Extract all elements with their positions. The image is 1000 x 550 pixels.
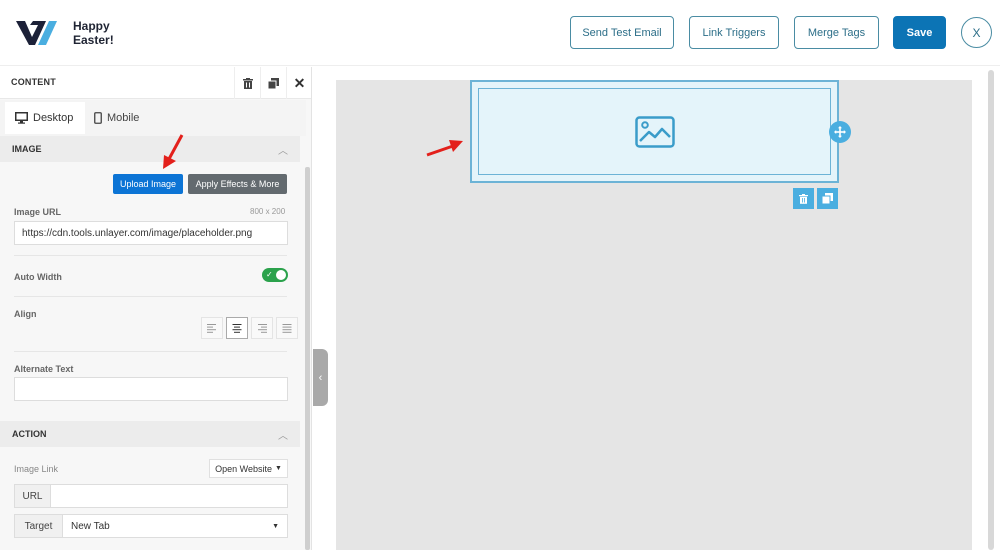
delete-block-button[interactable] xyxy=(234,67,260,99)
chevron-left-icon: ‹ xyxy=(318,371,323,384)
chevron-up-icon: ︿ xyxy=(278,145,288,157)
align-right-button[interactable] xyxy=(251,317,273,339)
link-triggers-button[interactable]: Link Triggers xyxy=(689,16,779,49)
trash-icon xyxy=(242,77,253,89)
device-tabs: Desktop Mobile xyxy=(0,100,306,136)
tab-desktop-label: Desktop xyxy=(33,112,74,124)
url-input-group: URL xyxy=(14,484,288,508)
alternate-text-input[interactable] xyxy=(14,377,288,401)
tab-mobile[interactable]: Mobile xyxy=(94,102,164,134)
alternate-text-label: Alternate Text xyxy=(14,364,74,374)
action-section-label: ACTION xyxy=(12,429,47,439)
auto-width-label: Auto Width xyxy=(14,272,62,282)
url-input[interactable] xyxy=(51,485,287,507)
top-bar: Happy Easter! Send Test Email Link Trigg… xyxy=(0,0,1000,66)
merge-tags-button[interactable]: Merge Tags xyxy=(794,16,879,49)
move-icon xyxy=(834,126,846,138)
target-input-group: Target New Tab ▼ xyxy=(14,514,288,538)
divider xyxy=(14,296,287,297)
delete-image-block-button[interactable] xyxy=(793,188,814,209)
brand-logo xyxy=(16,21,57,45)
align-right-icon xyxy=(258,323,267,333)
image-link-label: Image Link xyxy=(14,464,59,474)
check-icon: ✓ xyxy=(266,270,273,279)
align-center-icon xyxy=(232,323,242,333)
mobile-icon xyxy=(94,112,102,124)
align-left-icon xyxy=(207,323,216,333)
duplicate-icon xyxy=(268,77,279,89)
align-justify-button[interactable] xyxy=(276,317,298,339)
annotation-arrow-upload xyxy=(163,134,184,169)
move-block-handle[interactable] xyxy=(829,121,851,143)
duplicate-block-button[interactable] xyxy=(260,67,286,99)
tab-desktop[interactable]: Desktop xyxy=(5,102,85,134)
url-addon: URL xyxy=(15,485,51,507)
action-section-header[interactable]: ACTION ︿ xyxy=(0,421,300,447)
panel-scrollbar[interactable] xyxy=(305,167,310,550)
image-url-label: Image URL xyxy=(14,207,62,217)
app-title: Happy Easter! xyxy=(73,19,114,47)
close-editor-button[interactable]: X xyxy=(961,17,992,48)
divider xyxy=(14,255,287,256)
duplicate-icon xyxy=(822,193,833,204)
chevron-up-icon: ︿ xyxy=(278,430,288,442)
image-placeholder xyxy=(478,88,831,175)
content-panel: CONTENT ✕ Desktop Mobile IMAGE ︿ Upload … xyxy=(0,67,312,550)
desktop-icon xyxy=(15,112,28,124)
panel-title: CONTENT xyxy=(11,77,56,87)
auto-width-toggle[interactable]: ✓ xyxy=(262,268,288,282)
target-select[interactable]: New Tab ▼ xyxy=(63,515,287,537)
image-url-input[interactable]: https://cdn.tools.unlayer.com/image/plac… xyxy=(14,221,288,245)
target-addon: Target xyxy=(15,515,63,537)
align-label: Align xyxy=(14,309,37,319)
close-panel-button[interactable]: ✕ xyxy=(286,67,311,99)
panel-header: CONTENT ✕ xyxy=(0,67,311,99)
caret-down-icon: ▼ xyxy=(272,522,279,530)
image-link-type-value: Open Website xyxy=(215,463,272,474)
collapse-panel-handle[interactable]: ‹ xyxy=(313,349,328,406)
align-button-group xyxy=(201,317,298,339)
save-button[interactable]: Save xyxy=(893,16,946,49)
divider xyxy=(14,351,287,352)
annotation-arrow-image-block xyxy=(426,140,463,157)
upload-image-button[interactable]: Upload Image xyxy=(113,174,183,194)
toggle-knob xyxy=(276,270,286,280)
align-center-button[interactable] xyxy=(226,317,248,339)
image-link-type-dropdown[interactable]: Open Website ▼ xyxy=(209,459,288,478)
duplicate-image-block-button[interactable] xyxy=(817,188,838,209)
caret-down-icon: ▼ xyxy=(274,465,282,472)
image-icon xyxy=(634,115,675,148)
align-justify-icon xyxy=(282,323,292,333)
image-section-label: IMAGE xyxy=(12,144,42,154)
canvas-scrollbar[interactable] xyxy=(988,70,994,550)
send-test-email-button[interactable]: Send Test Email xyxy=(570,16,674,49)
tab-mobile-label: Mobile xyxy=(107,112,140,124)
close-icon: ✕ xyxy=(293,74,306,91)
trash-icon xyxy=(799,193,808,204)
target-select-value: New Tab xyxy=(71,520,110,532)
image-block[interactable] xyxy=(470,80,839,183)
apply-effects-button[interactable]: Apply Effects & More xyxy=(188,174,287,194)
image-section-header[interactable]: IMAGE ︿ xyxy=(0,136,300,162)
align-left-button[interactable] xyxy=(201,317,223,339)
image-size-label: 800 x 200 xyxy=(250,207,286,216)
